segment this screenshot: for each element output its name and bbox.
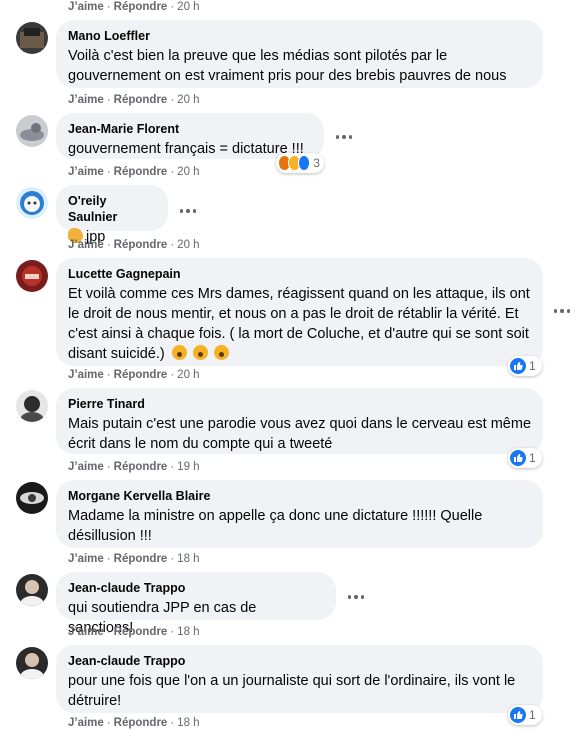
reaction-summary[interactable]: 1	[508, 705, 542, 725]
timestamp[interactable]: 18 h	[177, 553, 199, 565]
timestamp[interactable]: 19 h	[177, 461, 199, 473]
comment-author[interactable]: Jean-claude Trappo	[68, 653, 531, 669]
avatar[interactable]	[16, 647, 48, 679]
comment-actions: J’aime · Répondre · 18 h	[68, 626, 200, 638]
comment-text: Voilà c'est bien la preuve que les média…	[68, 48, 507, 84]
comment-actions: J’aime · Répondre · 18 h	[68, 717, 200, 729]
reply-link[interactable]: Répondre	[114, 94, 168, 106]
like-link[interactable]: J’aime	[68, 166, 104, 178]
avatar[interactable]	[16, 115, 48, 147]
comment-actions: J’aime · Répondre · 19 h	[68, 461, 200, 473]
comment-bubble: Morgane Kervella Blaire Madame la minist…	[56, 480, 543, 548]
comment-bubble: Lucette Gagnepain Et voilà comme ces Mrs…	[56, 258, 543, 366]
comment-author[interactable]: Jean-Marie Florent	[68, 121, 312, 137]
comment-bubble: Jean-claude Trappo pour une fois que l'o…	[56, 645, 543, 713]
more-dots-icon[interactable]	[336, 134, 352, 140]
thumbs-up-icon	[510, 358, 526, 374]
comment-actions: J’aime · Répondre · 18 h	[68, 553, 200, 565]
more-dots-icon[interactable]	[554, 308, 570, 314]
scream-emoji-icon	[171, 345, 187, 360]
comment-bubble: O'reily Saulnier jpp	[56, 185, 168, 245]
more-dots-icon[interactable]	[348, 594, 364, 600]
reply-link[interactable]: Répondre	[114, 166, 168, 178]
comment-actions-top: J’aime · Répondre · 20 h	[68, 1, 200, 13]
comment-actions: J’aime · Répondre · 20 h	[68, 166, 200, 178]
avatar[interactable]	[16, 574, 48, 606]
comment-bubble: Jean-claude Trappo qui soutiendra JPP en…	[56, 572, 336, 636]
scream-emoji-icon	[192, 345, 208, 360]
avatar[interactable]	[16, 390, 48, 422]
reply-link[interactable]: Répondre	[114, 626, 168, 638]
comment-actions: J’aime · Répondre · 20 h	[68, 94, 200, 106]
timestamp[interactable]: 18 h	[177, 626, 199, 638]
timestamp[interactable]: 18 h	[177, 717, 199, 729]
comment-author[interactable]: O'reily Saulnier	[68, 193, 156, 225]
timestamp[interactable]: 20 h	[177, 239, 199, 251]
comment-text: Madame la ministre on appelle ça donc un…	[68, 508, 483, 544]
avatar[interactable]	[16, 22, 48, 54]
comment-author[interactable]: Lucette Gagnepain	[68, 266, 531, 282]
timestamp[interactable]: 20 h	[177, 369, 199, 381]
comment-actions: J’aime · Répondre · 20 h	[68, 369, 200, 381]
more-dots-icon[interactable]	[180, 208, 196, 214]
like-link[interactable]: J’aime	[68, 1, 104, 13]
comment-author[interactable]: Mano Loeffler	[68, 28, 531, 44]
like-emoji-icon	[297, 155, 311, 171]
reaction-count: 1	[529, 451, 536, 465]
thumbs-up-icon	[510, 707, 526, 723]
reaction-summary[interactable]: 3	[276, 153, 324, 173]
reply-link[interactable]: Répondre	[114, 369, 168, 381]
reaction-count: 3	[313, 156, 320, 170]
comment-author[interactable]: Pierre Tinard	[68, 396, 531, 412]
reaction-count: 1	[529, 708, 536, 722]
reply-link[interactable]: Répondre	[114, 239, 168, 251]
comment-text: gouvernement français = dictature !!!	[68, 141, 304, 157]
reaction-summary[interactable]: 1	[508, 448, 542, 468]
timestamp[interactable]: 20 h	[177, 94, 199, 106]
like-link[interactable]: J’aime	[68, 369, 104, 381]
like-link[interactable]: J’aime	[68, 239, 104, 251]
reply-link[interactable]: Répondre	[114, 553, 168, 565]
comment-author[interactable]: Jean-claude Trappo	[68, 580, 324, 596]
avatar[interactable]	[16, 187, 48, 219]
timestamp[interactable]: 20 h	[177, 166, 199, 178]
like-link[interactable]: J’aime	[68, 717, 104, 729]
avatar[interactable]	[16, 482, 48, 514]
comment-bubble: Mano Loeffler Voilà c'est bien la preuve…	[56, 20, 543, 88]
comment-actions: J’aime · Répondre · 20 h	[68, 239, 200, 251]
comment-author[interactable]: Morgane Kervella Blaire	[68, 488, 531, 504]
like-link[interactable]: J’aime	[68, 94, 104, 106]
reply-link[interactable]: Répondre	[114, 461, 168, 473]
scream-emoji-icon	[213, 345, 229, 360]
comment-text: pour une fois que l'on a un journaliste …	[68, 673, 516, 709]
thumbs-up-icon	[510, 450, 526, 466]
like-link[interactable]: J’aime	[68, 553, 104, 565]
comment-bubble: Pierre Tinard Mais putain c'est une paro…	[56, 388, 543, 454]
like-link[interactable]: J’aime	[68, 461, 104, 473]
comment-text: Mais putain c'est une parodie vous avez …	[68, 416, 532, 452]
reply-link[interactable]: Répondre	[114, 1, 168, 13]
avatar[interactable]	[16, 260, 48, 292]
reaction-summary[interactable]: 1	[508, 356, 542, 376]
comment-text: Et voilà comme ces Mrs dames, réagissent…	[68, 286, 530, 362]
reply-link[interactable]: Répondre	[114, 717, 168, 729]
like-link[interactable]: J’aime	[68, 626, 104, 638]
reaction-count: 1	[529, 359, 536, 373]
timestamp[interactable]: 20 h	[177, 1, 199, 13]
